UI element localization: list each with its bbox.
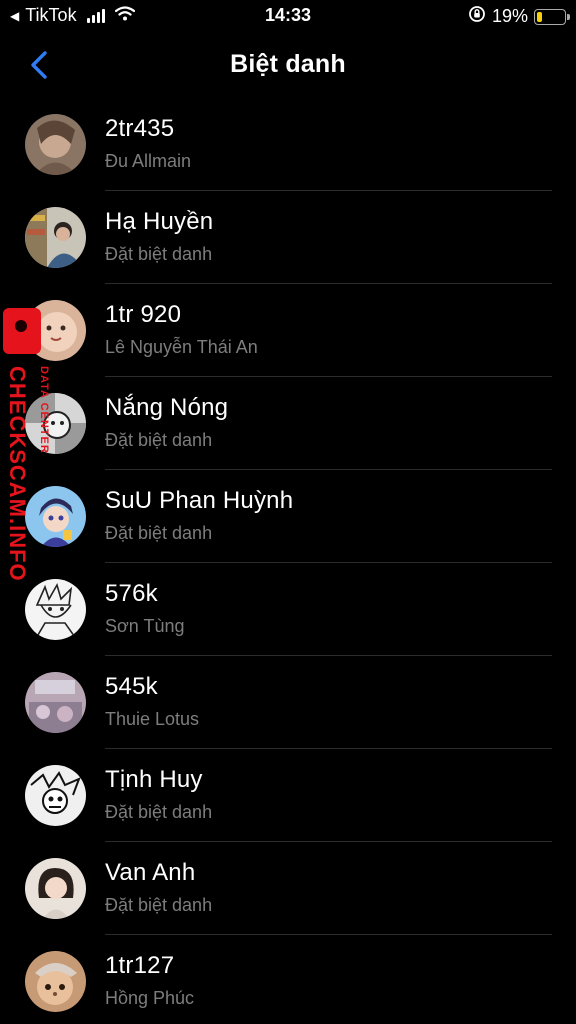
list-item[interactable]: 545k Thuie Lotus	[0, 656, 576, 749]
member-name: SuU Phan Huỳnh	[105, 487, 294, 514]
battery-level	[537, 11, 542, 22]
avatar	[25, 858, 86, 919]
member-name: Hạ Huyền	[105, 208, 214, 235]
list-item[interactable]: 1tr 920 Lê Nguyễn Thái An	[0, 284, 576, 377]
member-name: 2tr435	[105, 115, 175, 142]
nav-bar: Biệt danh	[0, 32, 576, 98]
member-name: 1tr 920	[105, 301, 182, 328]
list-item[interactable]: Nắng Nóng Đặt biệt danh	[0, 377, 576, 470]
member-name: Nắng Nóng	[105, 394, 229, 421]
battery-percent: 19%	[491, 6, 528, 26]
battery-icon	[534, 8, 570, 25]
member-nickname: Đặt biệt danh	[105, 244, 213, 264]
member-nickname: Hồng Phúc	[105, 988, 195, 1008]
avatar	[25, 672, 86, 733]
status-bar: ◀ TikTok 14:33 19%	[0, 0, 576, 32]
avatar	[25, 207, 86, 268]
list-item[interactable]: Hạ Huyền Đặt biệt danh	[0, 191, 576, 284]
member-name: Van Anh	[105, 859, 196, 886]
member-name: Tịnh Huy	[105, 766, 203, 793]
member-nickname: Đặt biệt danh	[105, 802, 213, 822]
avatar	[25, 114, 86, 175]
list-item[interactable]: 2tr435 Đu Allmain	[0, 98, 576, 191]
screen: ◀ TikTok 14:33 19% Biệt danh 2tr435 Đu A…	[0, 0, 576, 1024]
member-name: 1tr127	[105, 952, 175, 979]
avatar	[25, 300, 86, 361]
list-item[interactable]: Van Anh Đặt biệt danh	[0, 842, 576, 935]
nickname-list: 2tr435 Đu Allmain Hạ Huyền Đặt biệt danh…	[0, 98, 576, 1024]
avatar	[25, 579, 86, 640]
member-name: 545k	[105, 673, 158, 700]
avatar	[25, 393, 86, 454]
member-nickname: Thuie Lotus	[105, 709, 200, 729]
avatar	[25, 765, 86, 826]
member-nickname: Đặt biệt danh	[105, 895, 213, 915]
avatar	[25, 486, 86, 547]
rotation-lock-icon	[468, 5, 486, 28]
member-nickname: Đu Allmain	[105, 151, 192, 171]
list-item[interactable]: SuU Phan Huỳnh Đặt biệt danh	[0, 470, 576, 563]
member-nickname: Đặt biệt danh	[105, 430, 213, 450]
avatar	[25, 951, 86, 1012]
list-item[interactable]: 576k Sơn Tùng	[0, 563, 576, 656]
page-title: Biệt danh	[230, 50, 346, 78]
list-item[interactable]: 1tr127 Hồng Phúc	[0, 935, 576, 1024]
member-nickname: Đặt biệt danh	[105, 523, 213, 543]
member-nickname: Sơn Tùng	[105, 616, 185, 636]
member-nickname: Lê Nguyễn Thái An	[105, 337, 258, 357]
list-item[interactable]: Tịnh Huy Đặt biệt danh	[0, 749, 576, 842]
member-name: 576k	[105, 580, 158, 607]
